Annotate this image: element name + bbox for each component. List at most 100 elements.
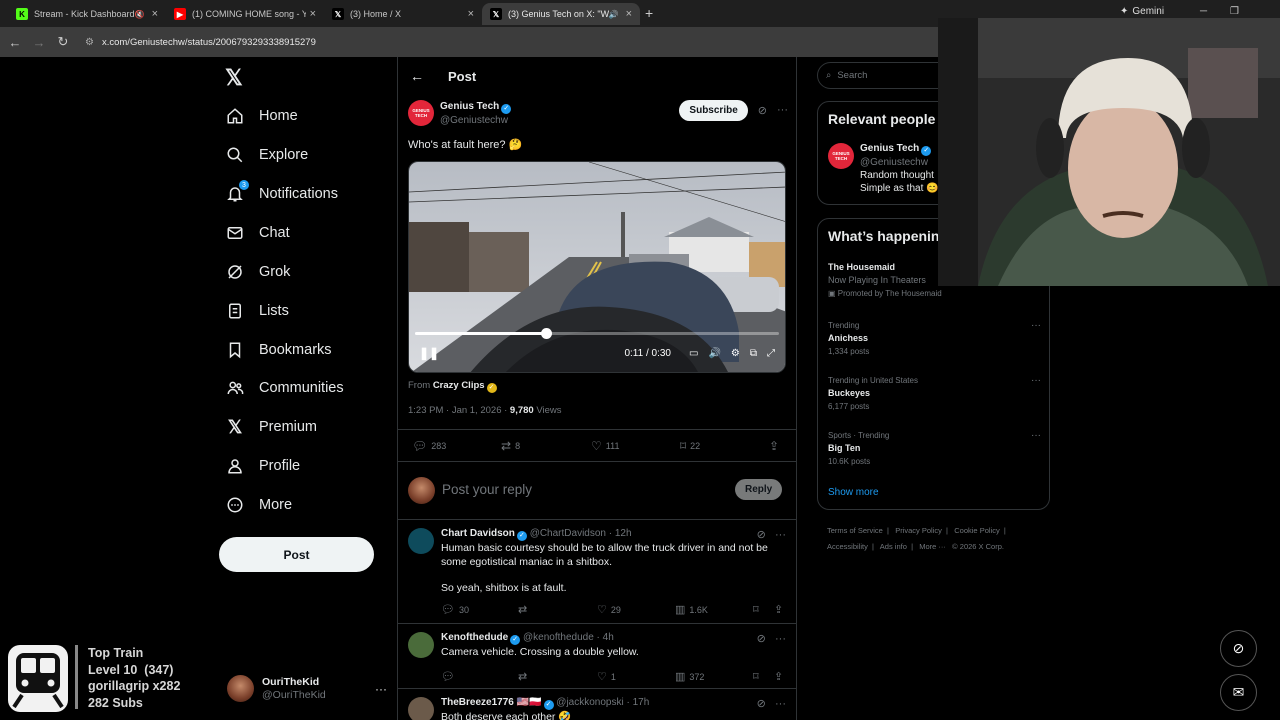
grok-float-button[interactable]: ⊘: [1220, 630, 1257, 667]
new-tab-button[interactable]: +: [645, 5, 653, 21]
url-field[interactable]: ⚙ x.com/Geniustechw/status/2006793293338…: [85, 37, 316, 48]
volume-icon[interactable]: 🔊: [708, 348, 720, 359]
more-dots-icon[interactable]: ···: [775, 698, 786, 710]
reply-button[interactable]: Reply: [735, 479, 783, 500]
nav-lists[interactable]: Lists: [225, 297, 289, 325]
account-switcher[interactable]: OuriTheKid @OuriTheKid ···: [227, 675, 387, 702]
grok-icon[interactable]: ⊘: [758, 104, 767, 117]
views-action[interactable]: ▥ 1.6K: [675, 603, 708, 616]
forward-icon[interactable]: →: [27, 35, 51, 50]
tab-x-home[interactable]: 𝕏 (3) Home / X ×: [324, 3, 482, 25]
from-source-link[interactable]: Crazy Clips: [433, 380, 485, 391]
repost-action[interactable]: ⇄: [518, 670, 531, 683]
avatar[interactable]: [408, 528, 434, 554]
site-info-icon[interactable]: ⚙: [85, 37, 94, 48]
more-dots-icon[interactable]: ···: [1031, 429, 1041, 442]
person-handle[interactable]: @Geniustechw: [860, 156, 939, 169]
author-name[interactable]: Genius Tech: [440, 101, 499, 112]
reload-icon[interactable]: ↻: [51, 34, 75, 50]
minimize-icon[interactable]: ─: [1200, 6, 1207, 17]
reply-action[interactable]: 💬︎ 283: [412, 439, 446, 453]
more-dots-icon[interactable]: ···: [375, 682, 387, 696]
nav-profile[interactable]: Profile: [225, 452, 300, 480]
trend-item[interactable]: Sports · Trending Big Ten 10.6K posts ··…: [828, 429, 1041, 468]
share-action[interactable]: ⇪: [774, 670, 787, 683]
like-action[interactable]: ♡ 1: [597, 670, 616, 683]
reply-action[interactable]: 💬︎: [441, 670, 459, 683]
reply-author-name[interactable]: Chart Davidson: [441, 528, 515, 539]
share-action[interactable]: ⇪: [769, 439, 783, 453]
back-icon[interactable]: ←: [3, 35, 27, 50]
reply-author-handle[interactable]: @jackkonopski · 17h: [556, 697, 649, 708]
close-icon[interactable]: ×: [468, 8, 474, 20]
avatar[interactable]: [408, 632, 434, 658]
fullscreen-icon[interactable]: ⤢: [767, 348, 775, 359]
nav-premium[interactable]: 𝕏 Premium: [225, 413, 317, 441]
views-action[interactable]: ▥ 372: [675, 670, 704, 683]
footer-row[interactable]: Terms of Service | Privacy Policy | Cook…: [827, 523, 1057, 539]
captions-icon[interactable]: ▭: [689, 348, 698, 359]
maximize-icon[interactable]: ❐: [1230, 6, 1239, 17]
more-dots-icon[interactable]: ···: [777, 104, 788, 116]
reply-item[interactable]: TheBreeze1776 🇺🇸🇵🇱 ✓ @jackkonopski · 17h …: [398, 689, 796, 720]
reply-item[interactable]: Kenofthedude ✓ @kenofthedude · 4h ⊘ ··· C…: [398, 624, 796, 689]
like-action[interactable]: ♡ 29: [597, 603, 621, 616]
post-button[interactable]: Post: [219, 537, 374, 572]
settings-icon[interactable]: ⚙: [731, 348, 740, 359]
bookmark-action[interactable]: ⌑: [753, 603, 763, 616]
more-dots-icon[interactable]: ···: [1031, 374, 1041, 387]
share-action[interactable]: ⇪: [774, 603, 787, 616]
nav-notifications[interactable]: 3 Notifications: [225, 180, 338, 208]
nav-home[interactable]: Home: [225, 102, 298, 130]
more-dots-icon[interactable]: ···: [775, 529, 786, 541]
nav-chat[interactable]: Chat: [225, 219, 290, 247]
tab-youtube[interactable]: ▶ (1) COMING HOME song - YouT ×: [166, 3, 324, 25]
subscribe-button[interactable]: Subscribe: [679, 100, 748, 121]
author-handle[interactable]: @Geniustechw: [440, 114, 511, 127]
reply-action[interactable]: 💬︎ 30: [441, 603, 469, 616]
reply-author-handle[interactable]: @kenofthedude · 4h: [523, 632, 614, 643]
grok-icon[interactable]: ⊘: [757, 633, 766, 645]
audio-playing-icon[interactable]: 🔊: [609, 10, 619, 19]
nav-grok[interactable]: Grok: [225, 258, 290, 286]
like-action[interactable]: ♡ 111: [591, 439, 619, 453]
tab-kick-dashboard[interactable]: K Stream - Kick Dashboard 🔇 ×: [8, 3, 166, 25]
nav-explore[interactable]: Explore: [225, 141, 308, 169]
gemini-button[interactable]: ✦ Gemini: [1120, 6, 1164, 17]
repost-action[interactable]: ⇄: [518, 603, 531, 616]
pause-icon[interactable]: ❚❚: [419, 346, 439, 360]
person-name[interactable]: Genius Tech: [860, 143, 919, 154]
repost-action[interactable]: ⇄ 8: [501, 439, 520, 453]
nav-more[interactable]: More: [225, 491, 292, 519]
avatar[interactable]: GENIUS TECH: [408, 100, 434, 126]
grok-icon[interactable]: ⊘: [757, 529, 766, 541]
show-more-link[interactable]: Show more: [828, 487, 879, 498]
post-timestamp[interactable]: 1:23 PM · Jan 1, 2026 ·: [408, 405, 510, 416]
muted-audio-icon[interactable]: 🔇: [135, 10, 145, 19]
close-icon[interactable]: ×: [152, 8, 158, 20]
more-dots-icon[interactable]: ···: [775, 633, 786, 645]
bookmark-action[interactable]: ⌑: [753, 670, 763, 683]
back-arrow-icon[interactable]: ←: [410, 68, 424, 84]
reply-author-name[interactable]: Kenofthedude: [441, 632, 508, 643]
footer-row[interactable]: Accessibility | Ads info | More ··· © 20…: [827, 539, 1057, 555]
nav-bookmarks[interactable]: Bookmarks: [225, 336, 332, 364]
more-dots-icon[interactable]: ···: [1031, 319, 1041, 332]
video-progress-knob[interactable]: [541, 328, 553, 339]
video-progress-bar[interactable]: [415, 328, 779, 339]
nav-communities[interactable]: Communities: [225, 374, 344, 402]
close-icon[interactable]: ×: [626, 8, 632, 20]
pip-icon[interactable]: ⧉: [750, 348, 757, 359]
trend-item[interactable]: Trending in United States Buckeyes 6,177…: [828, 374, 1041, 413]
close-icon[interactable]: ×: [310, 8, 316, 20]
messages-float-button[interactable]: ✉: [1220, 674, 1257, 711]
avatar[interactable]: GENIUS TECH: [828, 143, 854, 169]
grok-icon[interactable]: ⊘: [757, 698, 766, 710]
reply-author-handle[interactable]: @ChartDavidson · 12h: [530, 528, 632, 539]
trend-item[interactable]: Trending Aniche​ss 1,334 posts ···: [828, 319, 1041, 358]
bookmark-action[interactable]: ⌑ 22: [680, 439, 700, 453]
reply-input[interactable]: Post your reply: [442, 482, 532, 497]
video-player[interactable]: ❚❚ 0:11 / 0:30 ▭ 🔊 ⚙ ⧉ ⤢: [408, 161, 786, 373]
tab-x-post[interactable]: 𝕏 (3) Genius Tech on X: "Who's 🔊 ×: [482, 3, 640, 25]
reply-item[interactable]: Chart Davidson ✓ @ChartDavidson · 12h ⊘ ·…: [398, 520, 796, 624]
